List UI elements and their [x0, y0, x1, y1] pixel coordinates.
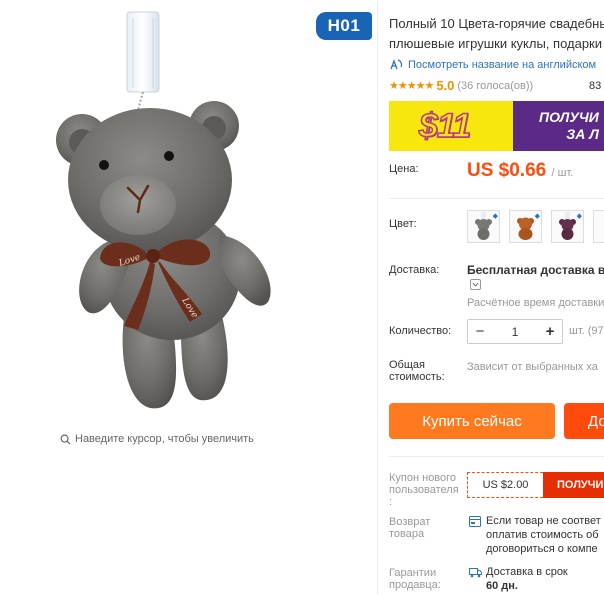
zoom-hint-text: Наведите курсор, чтобы увеличить	[75, 433, 254, 445]
swatch-corner-mark: ◆	[534, 213, 540, 220]
total-label-line: Общая	[389, 359, 425, 371]
color-swatch-brown[interactable]: ◆	[509, 210, 542, 243]
coupon-get-button[interactable]: ПОЛУЧИ	[543, 472, 604, 498]
return-policy-line: договориться о компе	[486, 543, 598, 555]
price: US $0.66 / шт.	[467, 160, 573, 182]
shipping-dropdown-toggle[interactable]	[470, 279, 481, 290]
promo-text-line: ПОЛУЧИ	[539, 109, 599, 125]
color-swatches: ◆ ◆ ◆	[467, 210, 604, 243]
translate-icon	[390, 59, 403, 70]
return-label-line: товара	[389, 528, 425, 540]
color-swatch-more[interactable]	[593, 210, 604, 243]
promo-text-line: ЗА Л	[566, 126, 599, 142]
guarantee-label-line: Гарантии	[389, 567, 437, 579]
refund-icon	[469, 516, 481, 527]
quantity-input[interactable]: 1	[512, 325, 519, 339]
delivery-guarantee-text: Доставка в срок 60 дн.	[486, 565, 568, 593]
delivery-guarantee-days: 60 дн.	[486, 579, 568, 593]
quantity-decrease-button[interactable]: −	[474, 324, 486, 339]
magnifier-icon	[60, 434, 71, 445]
promo-text: ПОЛУЧИ ЗА Л	[539, 109, 599, 143]
price-value: US $0.66	[467, 160, 547, 181]
coupon-label-line: :	[389, 496, 393, 508]
swatch-corner-mark: ◆	[576, 213, 582, 220]
delivery-guarantee-line: Доставка в срок	[486, 566, 568, 578]
shipping-title: Бесплатная доставка в Р	[467, 263, 604, 277]
return-label: Возврат товара	[389, 516, 430, 540]
return-label-line: Возврат	[389, 516, 431, 528]
total-note: Зависит от выбранных ха	[467, 361, 598, 373]
new-user-coupon: US $2.00 ПОЛУЧИ	[467, 472, 604, 498]
model-badge: H01	[316, 12, 372, 40]
return-policy-text: Если товар не соответ оплатив стоимость …	[486, 514, 601, 556]
section-divider	[389, 456, 604, 457]
coupon-label-line: Купон нового	[389, 472, 457, 484]
product-details: Полный 10 Цвета-горячие свадебные плюшев…	[389, 0, 604, 595]
orders-count: 83	[589, 80, 602, 92]
price-label: Цена:	[389, 163, 419, 175]
product-title-line: Полный 10 Цвета-горячие свадебные	[389, 16, 604, 31]
product-title-line: плюшевые игрушки куклы, подарки	[389, 36, 603, 51]
delivery-days-value: 60 дн.	[486, 580, 518, 592]
rating-value: 5.0	[436, 78, 455, 93]
rating-stars: ★★★★★	[389, 80, 434, 92]
shipping-eta: Расчётное время доставки	[467, 297, 604, 309]
translate-title-link[interactable]: Посмотреть название на английском	[389, 58, 596, 72]
quantity-increase-button[interactable]: +	[544, 324, 556, 339]
return-policy-line: оплатив стоимость об	[486, 529, 599, 541]
color-swatch-grey[interactable]: ◆	[467, 210, 500, 243]
promo-banner[interactable]: $11 ПОЛУЧИ ЗА Л	[389, 101, 604, 151]
buy-now-button[interactable]: Купить сейчас	[389, 403, 555, 439]
color-swatch-purple[interactable]: ◆	[551, 210, 584, 243]
shipping-label: Доставка:	[389, 264, 440, 276]
quantity-stepper: − 1 +	[467, 319, 563, 344]
add-to-cart-button[interactable]: До	[564, 403, 604, 439]
coupon-label-line: пользователя	[389, 484, 459, 496]
coupon-amount: US $2.00	[467, 472, 543, 498]
return-policy-line: Если товар не соответ	[486, 515, 601, 527]
product-title: Полный 10 Цвета-горячие свадебные плюшев…	[389, 14, 604, 54]
zoom-hint: Наведите курсор, чтобы увеличить	[60, 433, 254, 445]
votes-count[interactable]: (36 голоса(ов))	[457, 80, 533, 92]
total-label-line: стоимость:	[389, 371, 445, 383]
product-image[interactable]: Love Love	[20, 0, 350, 425]
translate-link-text[interactable]: Посмотреть название на английском	[408, 59, 596, 71]
chevron-down-icon	[472, 282, 479, 287]
promo-amount-panel: $11	[389, 101, 513, 151]
swatch-corner-mark: ◆	[492, 213, 498, 220]
rating-row[interactable]: ★★★★★ 5.0 (36 голоса(ов))	[389, 78, 604, 93]
total-label: Общая стоимость:	[389, 359, 459, 383]
section-divider	[389, 198, 604, 199]
price-unit: / шт.	[551, 167, 574, 179]
coupon-label: Купон нового пользователя :	[389, 472, 463, 508]
delivery-truck-icon	[469, 568, 482, 578]
stock-info: шт. (97	[569, 325, 604, 337]
product-gallery: Love Love H01 Наведите курсор, чтобы уве…	[0, 0, 375, 595]
guarantee-label: Гарантии продавца:	[389, 567, 441, 591]
promo-amount: $11	[418, 106, 472, 146]
color-label: Цвет:	[389, 218, 417, 230]
guarantee-label-line: продавца:	[389, 579, 441, 591]
quantity-label: Количество:	[389, 325, 452, 337]
column-divider	[377, 0, 378, 595]
